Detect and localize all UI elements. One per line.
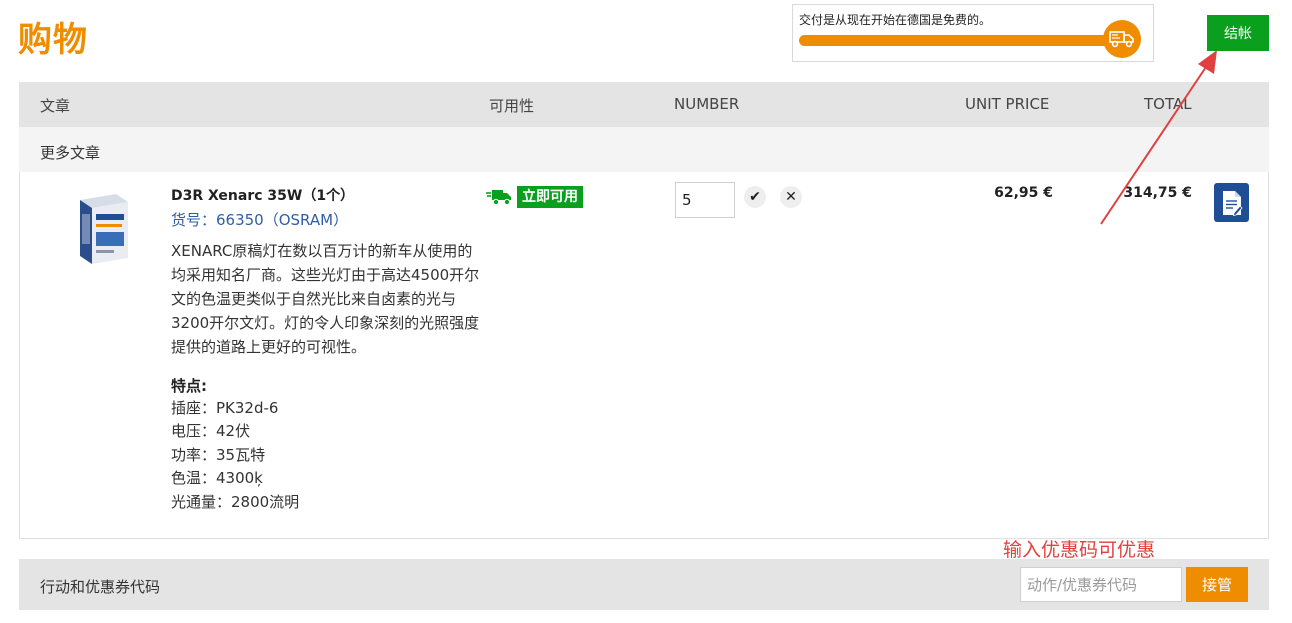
header-unit-price: UNIT PRICE (965, 95, 1050, 113)
check-icon[interactable]: ✔ (744, 186, 766, 208)
header-availability: 可用性 (489, 97, 535, 115)
section-more-articles: 更多文章 (19, 127, 1269, 172)
availability-status: 立即可用 (486, 186, 583, 208)
section-title: 更多文章 (40, 144, 101, 162)
availability-badge: 立即可用 (517, 186, 583, 208)
unit-price: 62,95 € (994, 185, 1053, 201)
truck-icon (486, 190, 511, 206)
feature-color-temp: 色温：4300ķ (171, 469, 263, 488)
promo-label: 行动和优惠券代码 (40, 578, 161, 596)
feature-socket: 插座：PK32d-6 (171, 399, 279, 417)
apply-promo-button[interactable]: 接管 (1186, 567, 1248, 602)
promo-code-row: 行动和优惠券代码 接管 (19, 559, 1269, 610)
feature-power: 功率：35瓦特 (171, 445, 266, 464)
delivery-progress-bar (799, 35, 1111, 46)
document-edit-icon[interactable] (1214, 183, 1249, 222)
cart-table-header: 文章 可用性 NUMBER UNIT PRICE TOTAL (19, 82, 1269, 127)
product-sku: 货号：66350（OSRAM） (171, 211, 349, 229)
header-total: TOTAL (1144, 95, 1192, 113)
close-icon[interactable]: ✕ (780, 186, 802, 208)
cart-item-row: D3R Xenarc 35W（1个） 货号：66350（OSRAM） XENAR… (19, 172, 1269, 539)
quantity-input[interactable] (675, 182, 735, 218)
delivery-message: 交付是从现在开始在德国是免费的。 (799, 13, 992, 27)
features-list: 插座：PK32d-6 电压：42伏 功率：35瓦特 色温：4300ķ 光通量：2… (171, 397, 299, 514)
checkout-button[interactable]: 结帐 (1207, 15, 1269, 51)
feature-luminous-flux: 光通量：2800流明 (171, 492, 300, 511)
header-article: 文章 (40, 97, 71, 115)
promo-annotation: 输入优惠码可优惠 (1003, 539, 1156, 561)
truck-icon (1103, 20, 1141, 58)
product-name[interactable]: D3R Xenarc 35W（1个） (171, 185, 354, 205)
bulb-box-icon[interactable] (72, 190, 132, 266)
promo-code-input[interactable] (1020, 567, 1182, 602)
features-title: 特点: (171, 377, 207, 395)
header-number: NUMBER (674, 95, 740, 113)
page-title: 购物 (18, 20, 88, 60)
total-price: 314,75 € (1123, 185, 1192, 201)
feature-voltage: 电压：42伏 (171, 422, 251, 441)
free-delivery-banner: 交付是从现在开始在德国是免费的。 (792, 4, 1154, 62)
product-description: XENARC原稿灯在数以百万计的新车从使用的均采用知名厂商。这些光灯由于高达45… (171, 242, 480, 356)
